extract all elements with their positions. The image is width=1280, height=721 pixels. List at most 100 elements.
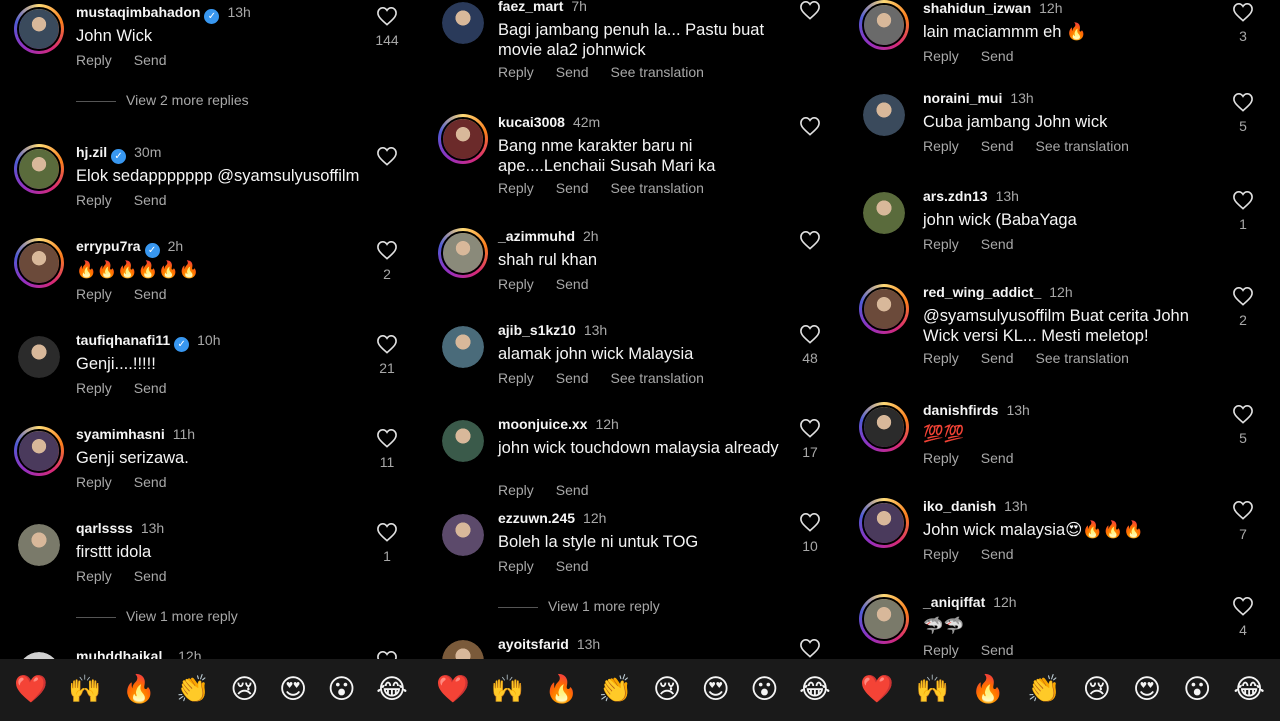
reply-button[interactable]: Reply [923, 48, 959, 64]
comment-username[interactable]: ayoitsfarid 13h [498, 636, 600, 652]
avatar[interactable] [863, 192, 905, 234]
heart-emoji-button[interactable]: ❤️ [14, 675, 48, 705]
heart-icon[interactable] [376, 428, 398, 448]
avatar[interactable] [14, 426, 64, 476]
heart-icon[interactable] [799, 116, 821, 136]
heart-icon[interactable] [1232, 2, 1254, 22]
heart-icon[interactable] [376, 6, 398, 26]
reply-button[interactable]: Reply [498, 558, 534, 574]
comment-username[interactable]: red_wing_addict_ 12h [923, 284, 1073, 300]
heart-emoji-button[interactable]: ❤️ [860, 675, 894, 705]
heart-icon[interactable] [376, 240, 398, 260]
heart-icon[interactable] [376, 334, 398, 354]
fire-emoji-button[interactable]: 🔥 [971, 675, 1005, 705]
send-button[interactable]: Send [556, 558, 589, 574]
clapping-hands-emoji-button[interactable]: 👏 [1027, 675, 1061, 705]
heart-icon[interactable] [376, 146, 398, 166]
reply-button[interactable]: Reply [76, 286, 112, 302]
surprised-face-emoji-button[interactable]: 😮 [1183, 675, 1211, 705]
username-text[interactable]: noraini_mui [923, 90, 1002, 106]
avatar[interactable] [863, 94, 905, 136]
heart-eyes-emoji-button[interactable]: 😍 [1133, 675, 1161, 705]
laughing-face-emoji-button[interactable]: 😂 [1233, 675, 1265, 705]
comment-username[interactable]: iko_danish 13h [923, 498, 1028, 514]
comment-username[interactable]: noraini_mui 13h [923, 90, 1034, 106]
avatar[interactable] [859, 402, 909, 452]
fire-emoji-button[interactable]: 🔥 [545, 675, 579, 705]
send-button[interactable]: Send [134, 474, 167, 490]
crying-face-emoji-button[interactable]: 😢 [653, 675, 681, 705]
comment-username[interactable]: taufiqhanafi11 ✓ 10h [76, 332, 221, 352]
comment-username[interactable]: shahidun_izwan 12h [923, 0, 1062, 16]
avatar[interactable] [18, 524, 60, 566]
username-text[interactable]: kucai3008 [498, 114, 565, 130]
username-text[interactable]: shahidun_izwan [923, 0, 1031, 16]
username-text[interactable]: faez_mart [498, 0, 563, 14]
heart-icon[interactable] [799, 0, 821, 20]
reply-button[interactable]: Reply [498, 64, 534, 80]
raised-hands-emoji-button[interactable]: 🙌 [68, 675, 102, 705]
username-text[interactable]: syamimhasni [76, 426, 165, 442]
avatar[interactable] [14, 4, 64, 54]
avatar[interactable] [438, 114, 488, 164]
reply-button[interactable]: Reply [498, 370, 534, 386]
heart-icon[interactable] [1232, 286, 1254, 306]
reply-button[interactable]: Reply [76, 474, 112, 490]
heart-icon[interactable] [799, 512, 821, 532]
heart-icon[interactable] [1232, 596, 1254, 616]
reply-button[interactable]: Reply [498, 482, 534, 498]
username-text[interactable]: ajib_s1kz10 [498, 322, 576, 338]
heart-icon[interactable] [799, 638, 821, 658]
reply-button[interactable]: Reply [923, 350, 959, 366]
avatar[interactable] [18, 336, 60, 378]
comment-username[interactable]: ars.zdn13 13h [923, 188, 1019, 204]
send-button[interactable]: Send [981, 48, 1014, 64]
comment-username[interactable]: kucai3008 42m [498, 114, 600, 130]
heart-icon[interactable] [799, 230, 821, 250]
username-text[interactable]: ars.zdn13 [923, 188, 988, 204]
heart-icon[interactable] [1232, 92, 1254, 112]
heart-icon[interactable] [1232, 190, 1254, 210]
comment-username[interactable]: mustaqimbahadon ✓ 13h [76, 4, 251, 24]
comment-username[interactable]: danishfirds 13h [923, 402, 1030, 418]
avatar[interactable] [442, 420, 484, 462]
send-button[interactable]: Send [556, 370, 589, 386]
username-text[interactable]: ezzuwn.245 [498, 510, 575, 526]
heart-icon[interactable] [1232, 500, 1254, 520]
reply-button[interactable]: Reply [923, 642, 959, 658]
reply-button[interactable]: Reply [76, 380, 112, 396]
reply-button[interactable]: Reply [76, 568, 112, 584]
comment-username[interactable]: hj.zil ✓ 30m [76, 144, 161, 164]
laughing-face-emoji-button[interactable]: 😂 [799, 675, 831, 705]
comment-username[interactable]: moonjuice.xx 12h [498, 416, 619, 432]
comment-username[interactable]: ezzuwn.245 12h [498, 510, 606, 526]
username-text[interactable]: red_wing_addict_ [923, 284, 1041, 300]
reply-button[interactable]: Reply [76, 52, 112, 68]
see-translation-button[interactable]: See translation [611, 64, 704, 80]
heart-eyes-emoji-button[interactable]: 😍 [279, 675, 307, 705]
reply-button[interactable]: Reply [923, 546, 959, 562]
avatar[interactable] [442, 326, 484, 368]
reply-button[interactable]: Reply [498, 276, 534, 292]
comment-username[interactable]: ajib_s1kz10 13h [498, 322, 607, 338]
comment-username[interactable]: _aniqiffat 12h [923, 594, 1017, 610]
heart-icon[interactable] [1232, 404, 1254, 424]
send-button[interactable]: Send [981, 350, 1014, 366]
clapping-hands-emoji-button[interactable]: 👏 [599, 675, 633, 705]
username-text[interactable]: ayoitsfarid [498, 636, 569, 652]
send-button[interactable]: Send [556, 276, 589, 292]
reply-button[interactable]: Reply [923, 450, 959, 466]
avatar[interactable] [14, 144, 64, 194]
view-more-replies-link[interactable]: View 1 more reply [76, 608, 238, 624]
comment-username[interactable]: qarlssss 13h [76, 520, 164, 536]
crying-face-emoji-button[interactable]: 😢 [1083, 675, 1111, 705]
avatar[interactable] [442, 514, 484, 556]
send-button[interactable]: Send [556, 482, 589, 498]
send-button[interactable]: Send [981, 450, 1014, 466]
raised-hands-emoji-button[interactable]: 🙌 [490, 675, 524, 705]
username-text[interactable]: _aniqiffat [923, 594, 985, 610]
send-button[interactable]: Send [556, 180, 589, 196]
view-more-replies-link[interactable]: View 1 more reply [498, 598, 660, 614]
send-button[interactable]: Send [134, 568, 167, 584]
see-translation-button[interactable]: See translation [1036, 350, 1129, 366]
